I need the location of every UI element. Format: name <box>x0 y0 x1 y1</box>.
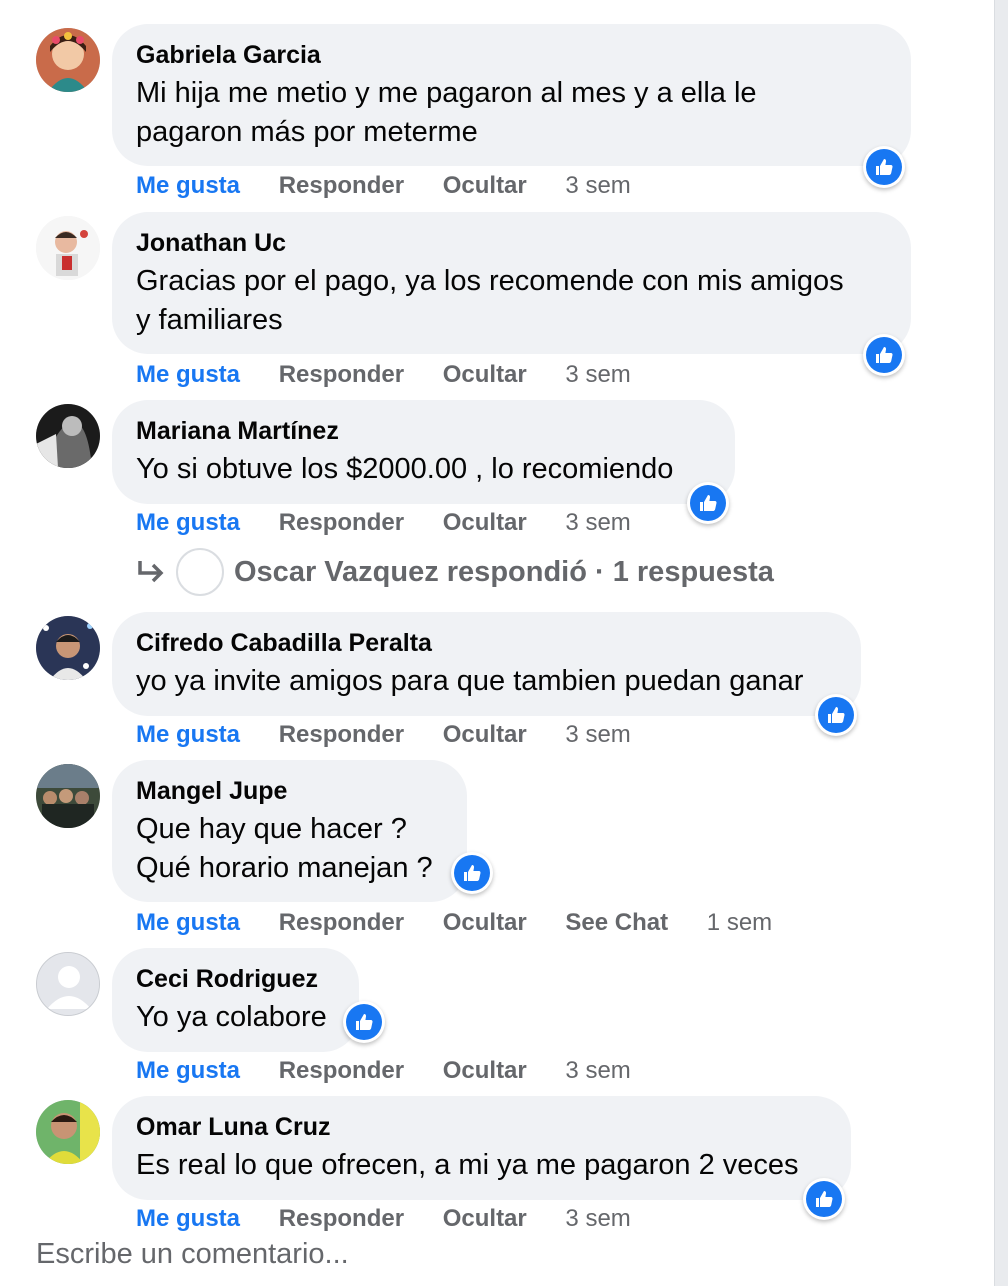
comment-actions: Me gusta Responder Ocultar See Chat 1 se… <box>136 909 772 937</box>
reply-button[interactable]: Responder <box>279 1057 404 1085</box>
comment-bubble: Ceci Rodriguez Yo ya colabore <box>112 948 359 1052</box>
hide-button[interactable]: Ocultar <box>443 509 527 537</box>
timestamp[interactable]: 1 sem <box>707 909 772 937</box>
avatar[interactable] <box>36 952 100 1016</box>
write-comment-input[interactable]: Escribe un comentario... <box>36 1238 349 1271</box>
comment-author[interactable]: Jonathan Uc <box>136 228 887 258</box>
comment-actions: Me gusta Responder Ocultar 3 sem <box>136 361 631 389</box>
like-button[interactable]: Me gusta <box>136 172 240 200</box>
see-chat-button[interactable]: See Chat <box>565 909 668 937</box>
comment-bubble: Gabriela Garcia Mi hija me metio y me pa… <box>112 24 911 166</box>
like-button[interactable]: Me gusta <box>136 361 240 389</box>
like-button[interactable]: Me gusta <box>136 509 240 537</box>
like-reaction-badge[interactable] <box>343 1001 385 1043</box>
reply-summary-text: Oscar Vazquez respondió · 1 respuesta <box>234 555 774 588</box>
like-reaction-badge[interactable] <box>451 852 493 894</box>
comment-actions: Me gusta Responder Ocultar 3 sem <box>136 1205 631 1233</box>
timestamp[interactable]: 3 sem <box>565 509 630 537</box>
comments-panel: Gabriela Garcia Mi hija me metio y me pa… <box>0 0 995 1286</box>
comment-author[interactable]: Omar Luna Cruz <box>136 1112 827 1142</box>
comment-author[interactable]: Mariana Martínez <box>136 416 711 446</box>
comment-bubble: Omar Luna Cruz Es real lo que ofrecen, a… <box>112 1096 851 1200</box>
comment-author[interactable]: Ceci Rodriguez <box>136 964 335 994</box>
timestamp[interactable]: 3 sem <box>565 1205 630 1233</box>
like-reaction-badge[interactable] <box>863 146 905 188</box>
comment-text: yo ya invite amigos para que tambien pue… <box>136 665 804 697</box>
comment-actions: Me gusta Responder Ocultar 3 sem <box>136 1057 631 1085</box>
view-replies-link[interactable]: Oscar Vazquez respondió · 1 respuesta <box>136 548 774 596</box>
comment-bubble: Mangel Jupe Que hay que hacer ? Qué hora… <box>112 760 467 902</box>
hide-button[interactable]: Ocultar <box>443 1205 527 1233</box>
reply-button[interactable]: Responder <box>279 172 404 200</box>
like-reaction-badge[interactable] <box>687 482 729 524</box>
avatar[interactable] <box>36 764 100 828</box>
hide-button[interactable]: Ocultar <box>443 909 527 937</box>
reply-button[interactable]: Responder <box>279 509 404 537</box>
reply-button[interactable]: Responder <box>279 721 404 749</box>
timestamp[interactable]: 3 sem <box>565 721 630 749</box>
avatar[interactable] <box>36 1100 100 1164</box>
timestamp[interactable]: 3 sem <box>565 361 630 389</box>
comment-author[interactable]: Gabriela Garcia <box>136 40 887 70</box>
reply-avatar <box>176 548 224 596</box>
comment-author[interactable]: Cifredo Cabadilla Peralta <box>136 628 837 658</box>
reply-button[interactable]: Responder <box>279 361 404 389</box>
like-reaction-badge[interactable] <box>815 694 857 736</box>
avatar[interactable] <box>36 216 100 280</box>
comment-bubble: Mariana Martínez Yo si obtuve los $2000.… <box>112 400 735 504</box>
thumbs-up-icon <box>866 149 902 185</box>
like-reaction-badge[interactable] <box>803 1178 845 1220</box>
like-button[interactable]: Me gusta <box>136 721 240 749</box>
hide-button[interactable]: Ocultar <box>443 1057 527 1085</box>
thumbs-up-icon <box>866 337 902 373</box>
comment-text: Que hay que hacer ? Qué horario manejan … <box>136 813 433 884</box>
comment-actions: Me gusta Responder Ocultar 3 sem <box>136 172 631 200</box>
like-button[interactable]: Me gusta <box>136 909 240 937</box>
like-button[interactable]: Me gusta <box>136 1205 240 1233</box>
comment-actions: Me gusta Responder Ocultar 3 sem <box>136 721 631 749</box>
reply-button[interactable]: Responder <box>279 1205 404 1233</box>
thumbs-up-icon <box>346 1004 382 1040</box>
hide-button[interactable]: Ocultar <box>443 172 527 200</box>
avatar[interactable] <box>36 616 100 680</box>
comment-text: Mi hija me metio y me pagaron al mes y a… <box>136 77 757 148</box>
timestamp[interactable]: 3 sem <box>565 172 630 200</box>
comment-actions: Me gusta Responder Ocultar 3 sem <box>136 509 631 537</box>
like-button[interactable]: Me gusta <box>136 1057 240 1085</box>
thumbs-up-icon <box>806 1181 842 1217</box>
avatar[interactable] <box>36 28 100 92</box>
comment-text: Es real lo que ofrecen, a mi ya me pagar… <box>136 1149 799 1181</box>
comment-author[interactable]: Mangel Jupe <box>136 776 443 806</box>
avatar[interactable] <box>36 404 100 468</box>
thumbs-up-icon <box>818 697 854 733</box>
reply-button[interactable]: Responder <box>279 909 404 937</box>
timestamp[interactable]: 3 sem <box>565 1057 630 1085</box>
like-reaction-badge[interactable] <box>863 334 905 376</box>
hide-button[interactable]: Ocultar <box>443 361 527 389</box>
reply-arrow-icon <box>138 561 164 583</box>
comment-text: Yo ya colabore <box>136 1001 327 1033</box>
thumbs-up-icon <box>454 855 490 891</box>
comment-text: Yo si obtuve los $2000.00 , lo recomiend… <box>136 453 674 485</box>
comment-text: Gracias por el pago, ya los recomende co… <box>136 265 844 336</box>
thumbs-up-icon <box>690 485 726 521</box>
hide-button[interactable]: Ocultar <box>443 721 527 749</box>
comment-bubble: Cifredo Cabadilla Peralta yo ya invite a… <box>112 612 861 716</box>
comment-bubble: Jonathan Uc Gracias por el pago, ya los … <box>112 212 911 354</box>
